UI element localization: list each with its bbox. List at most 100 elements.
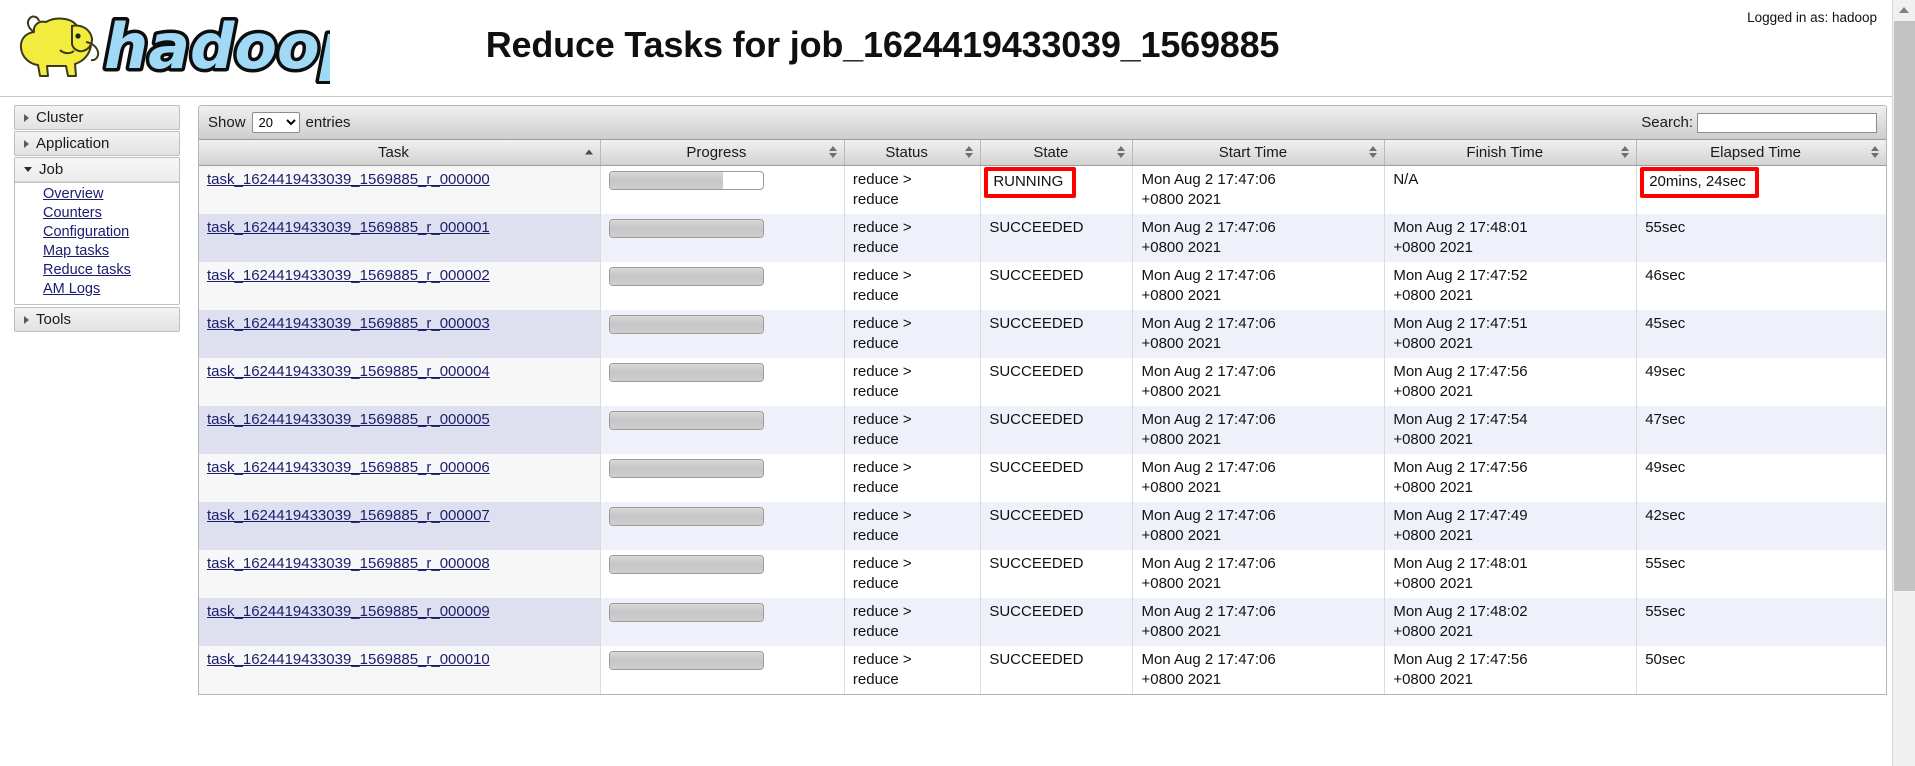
- finish-time-text: Mon Aug 2 17:48:01: [1393, 554, 1528, 572]
- cell-status: reduce > reduce: [844, 165, 982, 214]
- finish-time-text: +0800 2021: [1393, 238, 1473, 256]
- start-time-text: Mon Aug 2 17:47:06: [1141, 170, 1276, 188]
- column-header-state[interactable]: State: [980, 140, 1134, 166]
- task-link[interactable]: task_1624419433039_1569885_r_000005: [207, 411, 490, 428]
- page-title: Reduce Tasks for job_1624419433039_15698…: [485, 24, 1280, 65]
- cell-start-time: Mon Aug 2 17:47:06 +0800 2021: [1132, 261, 1386, 310]
- tasks-datatable: Show 20 40 60 80 100 entries Search:: [198, 105, 1887, 695]
- sidebar-group-job-header[interactable]: Job: [15, 158, 179, 182]
- sort-both-icon: [965, 146, 974, 159]
- task-link[interactable]: task_1624419433039_1569885_r_000002: [207, 267, 490, 284]
- cell-elapsed-time: 49sec: [1637, 454, 1886, 502]
- cell-start-time: Mon Aug 2 17:47:06 +0800 2021: [1132, 213, 1386, 262]
- start-time-text: Mon Aug 2 17:47:06: [1141, 410, 1276, 428]
- finish-time-text: +0800 2021: [1393, 622, 1473, 640]
- progress-bar: [608, 314, 764, 334]
- task-link[interactable]: task_1624419433039_1569885_r_000003: [207, 315, 490, 332]
- cell-finish-time: Mon Aug 2 17:47:52 +0800 2021: [1384, 261, 1638, 310]
- sidebar-item-configuration[interactable]: Configuration: [15, 223, 179, 242]
- task-link[interactable]: task_1624419433039_1569885_r_000000: [207, 171, 490, 188]
- cell-task: task_1624419433039_1569885_r_000001: [199, 213, 601, 262]
- sidebar-item-counters[interactable]: Counters: [15, 204, 179, 223]
- sidebar-item-map-tasks[interactable]: Map tasks: [15, 242, 179, 261]
- scrollbar-thumb[interactable]: [1894, 21, 1915, 591]
- task-link[interactable]: task_1624419433039_1569885_r_000010: [207, 651, 490, 668]
- cell-progress: [600, 309, 845, 358]
- start-time-text: +0800 2021: [1141, 526, 1222, 544]
- start-time-text: +0800 2021: [1141, 574, 1222, 592]
- sort-both-icon: [1117, 146, 1126, 159]
- finish-time-text: +0800 2021: [1393, 670, 1473, 688]
- finish-time-text: Mon Aug 2 17:47:52: [1393, 266, 1528, 284]
- column-header-start-time[interactable]: Start Time: [1132, 140, 1386, 166]
- task-link[interactable]: task_1624419433039_1569885_r_000009: [207, 603, 490, 620]
- progress-bar-fill: [609, 459, 763, 477]
- start-time-text: +0800 2021: [1141, 670, 1222, 688]
- finish-time-text: Mon Aug 2 17:47:56: [1393, 362, 1528, 380]
- cell-elapsed-time: 45sec: [1637, 310, 1886, 358]
- page-header: hadoop hadoop Logged in as: hadoop Reduc…: [0, 0, 1915, 97]
- status-text: reduce >: [852, 266, 912, 284]
- table-row: task_1624419433039_1569885_r_000001reduc…: [199, 213, 1886, 262]
- table-row: task_1624419433039_1569885_r_000008 reduc…: [199, 549, 1886, 598]
- progress-bar: [608, 266, 764, 286]
- status-text: reduce: [852, 190, 899, 208]
- sidebar-group-application[interactable]: Application: [14, 131, 180, 156]
- cell-finish-time: Mon Aug 2 17:47:54 +0800 2021: [1384, 405, 1638, 454]
- page-length-select[interactable]: 20 40 60 80 100: [251, 112, 300, 133]
- sidebar-group-job[interactable]: Job: [14, 157, 180, 183]
- sidebar-group-tools[interactable]: Tools: [14, 307, 180, 332]
- status-text: reduce: [852, 286, 899, 304]
- cell-finish-time: Mon Aug 2 17:47:56 +0800 2021: [1384, 453, 1638, 502]
- sidebar-group-tools-header[interactable]: Tools: [15, 308, 179, 331]
- page-length-control: Show 20 40 60 80 100 entries: [208, 112, 351, 133]
- sort-both-icon: [828, 146, 837, 159]
- show-label: Show: [208, 114, 246, 131]
- progress-bar: [608, 554, 764, 574]
- cell-status: reduce > reduce: [844, 453, 982, 502]
- sidebar-group-application-label: Application: [36, 135, 110, 152]
- sort-ascending-icon: [584, 149, 593, 155]
- task-link[interactable]: task_1624419433039_1569885_r_000007: [207, 507, 490, 524]
- column-header-state-label: State: [1033, 143, 1069, 161]
- finish-time-text: Mon Aug 2 17:47:51: [1393, 314, 1528, 332]
- table-body: task_1624419433039_1569885_r_000000reduc…: [199, 165, 1886, 694]
- cell-progress: [600, 261, 845, 310]
- task-link[interactable]: task_1624419433039_1569885_r_000004: [207, 363, 490, 380]
- sidebar-group-cluster-header[interactable]: Cluster: [15, 106, 179, 129]
- column-header-task[interactable]: Task: [199, 140, 601, 166]
- cell-task: task_1624419433039_1569885_r_000003: [199, 309, 601, 358]
- start-time-text: +0800 2021: [1141, 286, 1222, 304]
- column-header-finish-time[interactable]: Finish Time: [1384, 140, 1638, 166]
- column-header-status-label: Status: [885, 143, 928, 161]
- search-input[interactable]: [1697, 112, 1877, 133]
- column-header-elapsed-time[interactable]: Elapsed Time: [1636, 140, 1886, 166]
- task-link[interactable]: task_1624419433039_1569885_r_000006: [207, 459, 490, 476]
- cell-status: reduce > reduce: [844, 357, 982, 406]
- elapsed-time-text: 49sec: [1645, 458, 1686, 476]
- task-link[interactable]: task_1624419433039_1569885_r_000008: [207, 555, 490, 572]
- column-header-status[interactable]: Status: [844, 140, 982, 166]
- sidebar-group-cluster[interactable]: Cluster: [14, 105, 180, 130]
- sidebar-item-am-logs[interactable]: AM Logs: [15, 280, 179, 299]
- scroll-up-arrow-icon[interactable]: [1893, 0, 1915, 20]
- cell-task: task_1624419433039_1569885_r_000005: [199, 405, 601, 454]
- column-header-progress[interactable]: Progress: [600, 140, 845, 166]
- table-row: task_1624419433039_1569885_r_000009 reduc…: [199, 597, 1886, 646]
- status-text: reduce >: [852, 362, 912, 380]
- status-text: reduce: [852, 238, 899, 256]
- sidebar-item-reduce-tasks[interactable]: Reduce tasks: [15, 261, 179, 280]
- status-text: reduce: [852, 478, 899, 496]
- sidebar-item-overview[interactable]: Overview: [15, 185, 179, 204]
- cell-task: task_1624419433039_1569885_r_000010: [199, 645, 601, 694]
- task-link[interactable]: task_1624419433039_1569885_r_000001: [207, 219, 490, 236]
- sidebar-group-application-header[interactable]: Application: [15, 132, 179, 155]
- cell-task: task_1624419433039_1569885_r_000008: [199, 549, 601, 598]
- vertical-scrollbar[interactable]: [1892, 0, 1915, 766]
- column-header-start-time-label: Start Time: [1218, 143, 1288, 161]
- cell-state: SUCCEEDED: [980, 549, 1134, 598]
- table-header-row: Task Progress Status State Start Time Fi…: [199, 140, 1886, 166]
- status-text: reduce >: [852, 314, 912, 332]
- cell-finish-time: Mon Aug 2 17:47:56 +0800 2021: [1384, 645, 1638, 694]
- cell-elapsed-time: 55sec: [1637, 598, 1886, 646]
